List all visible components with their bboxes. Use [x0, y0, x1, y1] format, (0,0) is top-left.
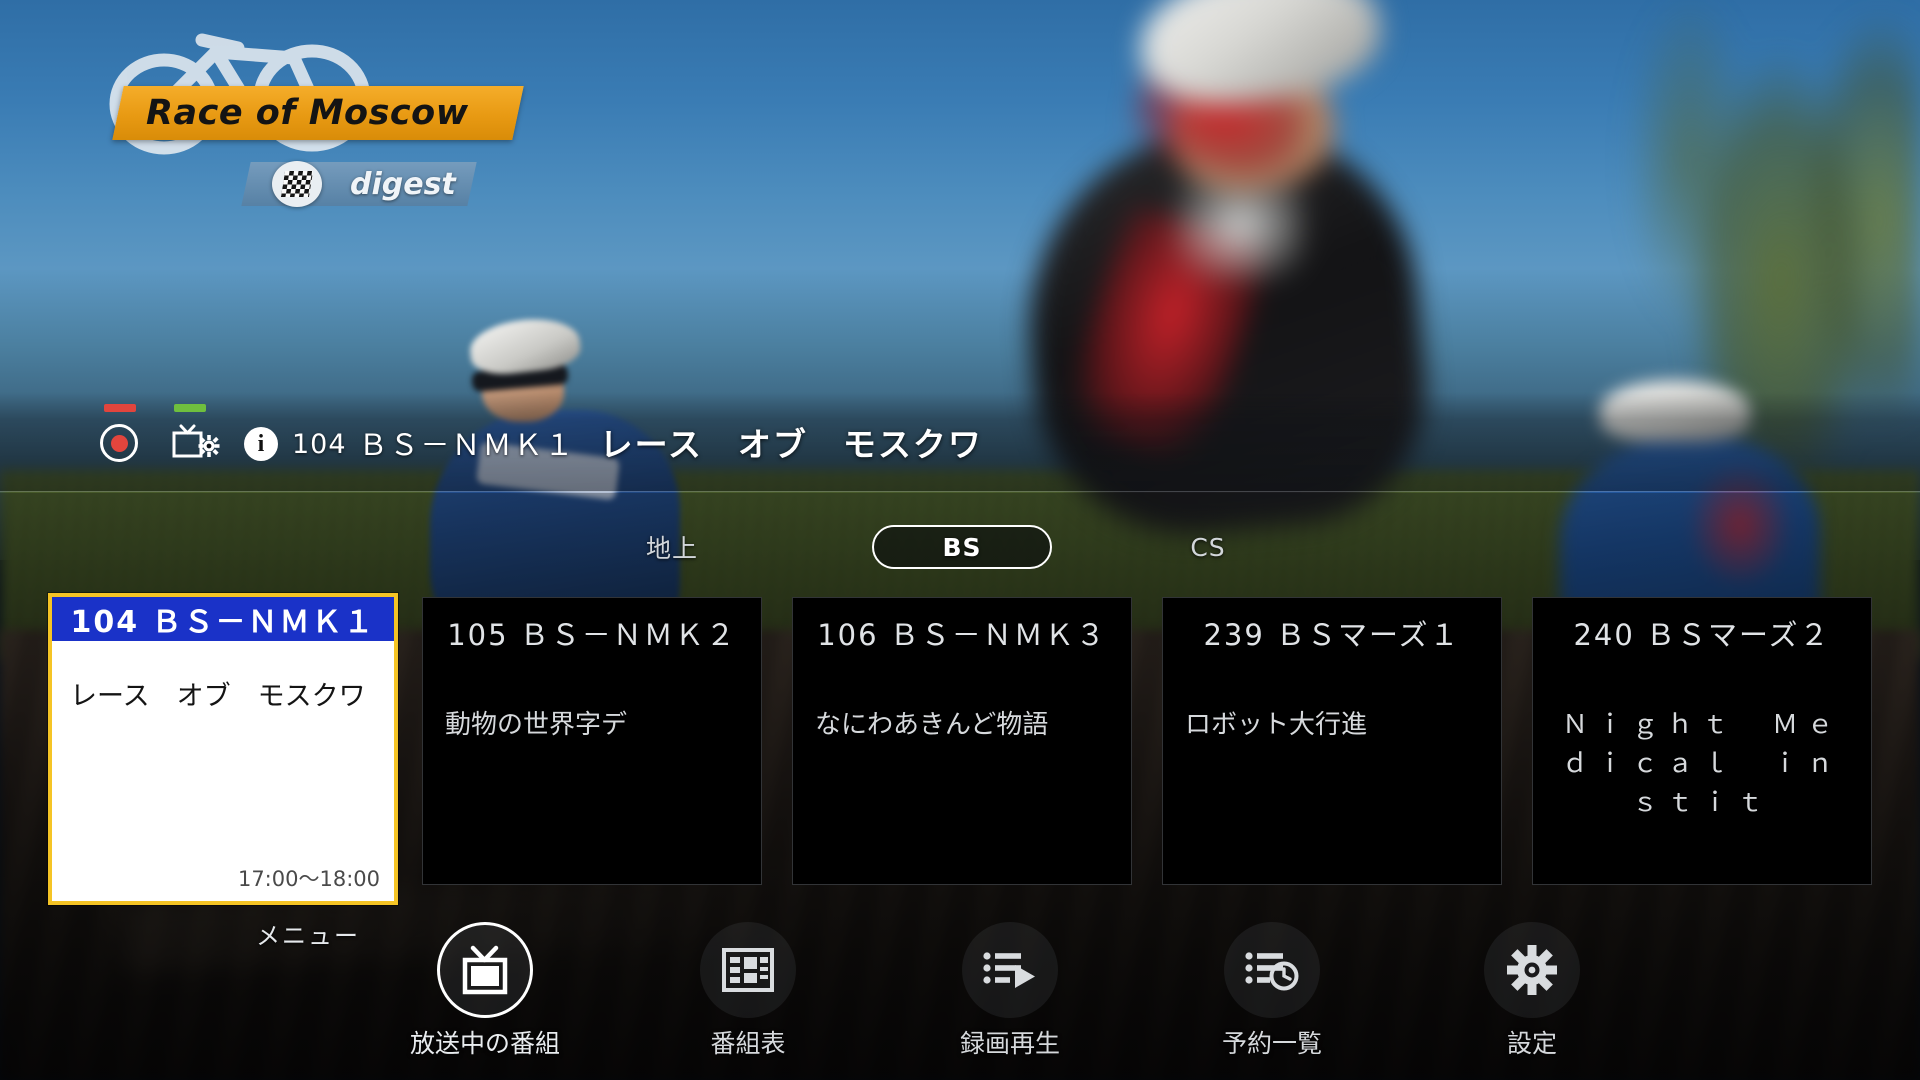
channel-card-header: 106 ＢＳ－ＮＭＫ３ [817, 618, 1107, 652]
tab-terrestrial[interactable]: 地上 [612, 525, 732, 569]
channel-card[interactable]: 105 ＢＳ－ＮＭＫ２ 動物の世界字デ [422, 597, 762, 885]
menu-item-recorded-playback[interactable]: 録画再生 [910, 920, 1110, 1075]
channel-card[interactable]: 240 ＢＳマーズ２ Ｎｉｇｈｔ Ｍｅｄｉｃａｌ ｉｎｓｔｉｔ [1532, 597, 1872, 885]
menu-item-label: 予約一覧 [1221, 1029, 1322, 1058]
record-indicator-icon [100, 424, 138, 462]
selected-card-header-text: 104 ＢＳ－ＮＭＫ１ [70, 605, 376, 640]
bottom-menu-bar: 放送中の番組 番組表 録画再生 予約一覧 設定 [0, 920, 1920, 1080]
record-status-bar [104, 404, 136, 412]
checkered-flag-icon [272, 161, 322, 207]
channel-card[interactable]: 106 ＢＳ－ＮＭＫ３ なにわあきんど物語 [792, 597, 1132, 885]
selected-card-time: 17:00〜18:00 [237, 867, 380, 891]
tv-icon [462, 945, 508, 995]
broadcast-logo: Race of Moscow digest [50, 12, 524, 207]
menu-item-label: 録画再生 [959, 1029, 1060, 1058]
tuner-status-bar [174, 404, 206, 412]
channel-card-program: ロボット大行進 [1185, 710, 1368, 740]
gear-icon [1507, 945, 1557, 995]
menu-item-now-on-air[interactable]: 放送中の番組 [385, 920, 585, 1075]
info-bar-row: i 104 ＢＳ－ＮＭＫ１ レース オブ モスクワ [100, 404, 983, 466]
channel-card[interactable]: 239 ＢＳマーズ１ ロボット大行進 [1162, 597, 1502, 885]
program-grid-icon [722, 948, 774, 992]
logo-subtitle: digest [350, 167, 456, 202]
menu-icon-circle [1224, 922, 1320, 1018]
record-indicator-group [100, 404, 174, 466]
menu-item-label: 設定 [1506, 1029, 1557, 1058]
broadcast-type-tabs: 地上 BS CS [0, 525, 1920, 575]
channel-card-program: なにわあきんど物語 [815, 710, 1049, 740]
menu-icon-circle [700, 922, 796, 1018]
channel-card-header: 105 ＢＳ－ＮＭＫ２ [447, 618, 737, 652]
channel-card-program: Ｎｉｇｈｔ Ｍｅｄｉｃａｌ ｉｎｓｔｉｔ [1561, 710, 1842, 818]
menu-icon-circle [1484, 922, 1580, 1018]
selected-card-program: レース オブ モスクワ [70, 681, 366, 712]
now-playing-info-bar: i 104 ＢＳ－ＮＭＫ１ レース オブ モスクワ [0, 392, 1920, 492]
channel-card-program: 動物の世界字デ [445, 710, 628, 740]
channel-card-header: 239 ＢＳマーズ１ [1203, 618, 1461, 652]
menu-item-label: 放送中の番組 [409, 1029, 560, 1058]
info-program-title: レース オブ モスクワ [599, 425, 983, 464]
info-channel-name: ＢＳ－ＮＭＫ１ [358, 428, 576, 462]
tab-cs[interactable]: CS [1148, 525, 1268, 569]
menu-item-settings[interactable]: 設定 [1432, 920, 1632, 1075]
selected-card-header: 104 ＢＳ－ＮＭＫ１ [52, 597, 394, 641]
menu-icon-circle [437, 922, 533, 1018]
logo-title: Race of Moscow [146, 93, 469, 133]
list-play-icon [983, 952, 1035, 988]
menu-icon-circle [962, 922, 1058, 1018]
tab-bs[interactable]: BS [872, 525, 1052, 569]
tv-screen: Race of Moscow digest i 104 ＢＳ－ＮＭＫ１ レース … [0, 0, 1920, 1080]
channel-card-header: 240 ＢＳマーズ２ [1573, 618, 1831, 652]
menu-item-label: 番組表 [710, 1029, 786, 1058]
menu-item-reservation-list[interactable]: 予約一覧 [1172, 920, 1372, 1075]
tv-settings-icon [172, 424, 220, 458]
info-icon: i [244, 427, 278, 461]
tuner-indicator-group [172, 404, 244, 466]
channel-card-selected[interactable]: 104 ＢＳ－ＮＭＫ１ レース オブ モスクワ 17:00〜18:00 [48, 593, 398, 905]
info-channel-number: 104 [292, 428, 347, 460]
menu-item-program-guide[interactable]: 番組表 [648, 920, 848, 1075]
list-clock-icon [1245, 952, 1299, 991]
